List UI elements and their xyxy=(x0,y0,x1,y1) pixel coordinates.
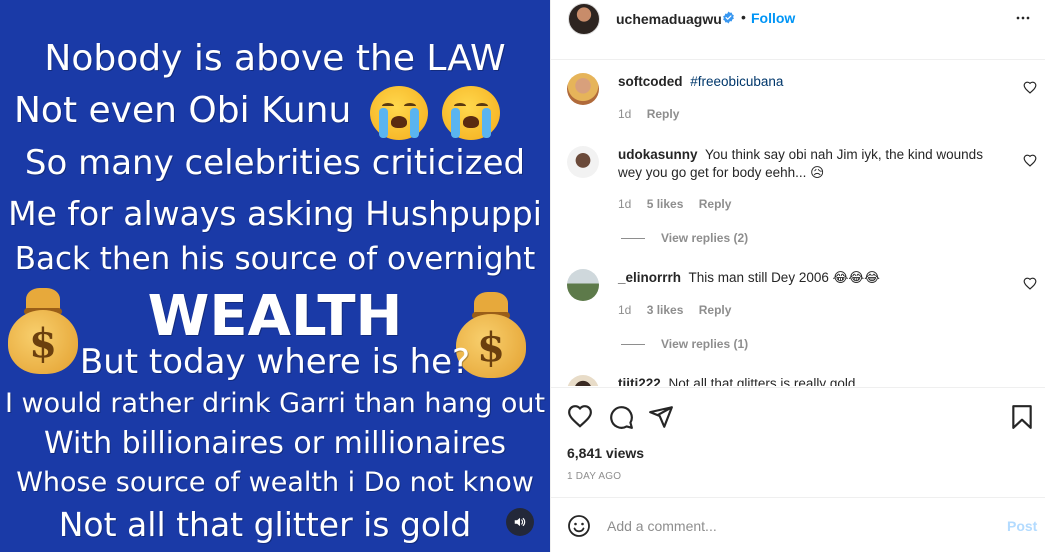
like-comment-icon[interactable] xyxy=(1023,81,1037,95)
author-avatar[interactable] xyxy=(568,3,600,35)
comment-time[interactable]: 1d xyxy=(618,303,631,317)
comment-meta: 1d Reply xyxy=(618,107,691,121)
reply-button[interactable]: Reply xyxy=(647,107,680,121)
emoji-picker-icon[interactable] xyxy=(567,514,591,538)
view-count[interactable]: 6,841 views xyxy=(567,445,644,461)
laughing-face-emoji-icon: 😂😂😂 xyxy=(832,270,880,285)
author-username[interactable]: uchemaduagwu xyxy=(616,11,722,27)
sad-face-emoji-icon: 😥 xyxy=(810,165,825,180)
image-line-1: Nobody is above the LAW xyxy=(44,38,506,79)
comment-meta: 1d 3 likes Reply xyxy=(618,303,743,317)
like-comment-icon[interactable] xyxy=(1023,277,1037,291)
commenter-avatar[interactable] xyxy=(567,146,599,178)
image-line-9: With billionaires or millionaires xyxy=(43,426,507,461)
post-actions: 6,841 views 1 DAY AGO xyxy=(551,387,1045,497)
verified-badge-icon xyxy=(723,11,734,24)
comments-list[interactable]: softcoded #freeobicubana 1d Reply udokas… xyxy=(551,61,1045,386)
commenter-username[interactable]: udokasunny xyxy=(618,147,698,162)
comment-text: softcoded #freeobicubana xyxy=(618,73,998,91)
commenter-avatar[interactable] xyxy=(567,73,599,105)
comment-body: This man still Dey 2006 xyxy=(688,270,829,285)
comment-icon[interactable] xyxy=(608,404,634,430)
follow-button[interactable]: Follow xyxy=(751,10,795,26)
crying-face-emoji-icon xyxy=(370,86,428,140)
more-options-icon[interactable] xyxy=(1013,8,1033,28)
header-separator: • xyxy=(741,9,746,25)
add-comment-bar: Post xyxy=(551,497,1045,552)
speaker-icon xyxy=(514,517,526,527)
view-replies-button[interactable]: View replies (2) xyxy=(621,231,748,245)
replies-divider xyxy=(621,238,645,240)
comment-likes[interactable]: 5 likes xyxy=(647,197,684,211)
image-line-7: But today where is he? xyxy=(79,342,471,382)
commenter-username[interactable]: softcoded xyxy=(618,74,683,89)
post-comment-button[interactable]: Post xyxy=(1007,518,1037,534)
post-header: uchemaduagwu • Follow xyxy=(551,0,1045,60)
commenter-avatar[interactable] xyxy=(567,269,599,301)
bookmark-icon[interactable] xyxy=(1009,404,1035,430)
image-line-3: So many celebrities criticized xyxy=(24,143,526,183)
comment-text: udokasunny You think say obi nah Jim iyk… xyxy=(618,146,998,182)
image-line-4: Me for always asking Hushpuppi xyxy=(8,194,542,233)
commenter-avatar[interactable] xyxy=(567,375,599,386)
comment-hashtag[interactable]: #freeobicubana xyxy=(690,74,783,89)
comment-time[interactable]: 1d xyxy=(618,107,631,121)
image-line-2: Not even Obi Kunu xyxy=(14,90,352,131)
reply-button[interactable]: Reply xyxy=(699,197,732,211)
post-timestamp[interactable]: 1 DAY AGO xyxy=(567,471,621,482)
commenter-username[interactable]: _elinorrrh xyxy=(618,270,681,285)
post-sidebar: uchemaduagwu • Follow softcoded #freeobi… xyxy=(550,0,1045,552)
image-line-8: I would rather drink Garri than hang out xyxy=(4,388,546,419)
comment-text: _elinorrrh This man still Dey 2006 😂😂😂 xyxy=(618,269,998,287)
comment-input[interactable] xyxy=(607,516,987,536)
replies-divider xyxy=(621,344,645,346)
image-line-11: Not all that glitter is gold xyxy=(58,505,472,544)
commenter-username[interactable]: tiiti222 xyxy=(618,376,661,386)
post-image[interactable]: Nobody is above the LAW Not even Obi Kun… xyxy=(0,0,550,552)
like-icon[interactable] xyxy=(567,404,593,430)
sound-toggle-button[interactable] xyxy=(506,508,534,536)
reply-button[interactable]: Reply xyxy=(699,303,732,317)
crying-face-emoji-icon xyxy=(442,86,500,140)
view-replies-button[interactable]: View replies (1) xyxy=(621,337,748,351)
comment-body: Not all that glitters is really gold xyxy=(668,376,856,386)
comment-meta: 1d 5 likes Reply xyxy=(618,197,743,211)
comment-likes[interactable]: 3 likes xyxy=(647,303,684,317)
share-icon[interactable] xyxy=(648,404,674,430)
comment-time[interactable]: 1d xyxy=(618,197,631,211)
like-comment-icon[interactable] xyxy=(1023,154,1037,168)
comment-text: tiiti222 Not all that glitters is really… xyxy=(618,375,998,386)
image-line-10: Whose source of wealth i Do not know xyxy=(16,467,534,498)
image-line-5: Back then his source of overnight xyxy=(14,241,536,277)
